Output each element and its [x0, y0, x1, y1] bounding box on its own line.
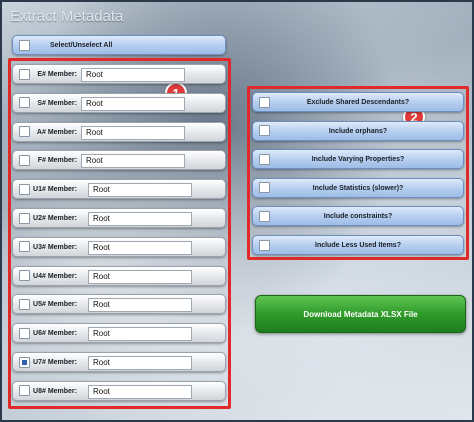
member-row: U4# Member: Root: [12, 265, 226, 286]
member-checkbox[interactable]: [19, 154, 30, 166]
option-checkbox[interactable]: [259, 182, 270, 194]
select-all-checkbox[interactable]: [19, 39, 30, 51]
option-label: Include Varying Properties?: [311, 156, 405, 164]
member-row: U8# Member: Root: [12, 380, 226, 401]
member-input[interactable]: Root: [88, 212, 192, 226]
member-row: A# Member: Root: [12, 121, 226, 142]
option-checkbox[interactable]: [259, 96, 270, 108]
member-checkbox[interactable]: [19, 97, 30, 109]
member-row: S# Member: Root: [12, 92, 226, 113]
member-label: U4# Member:: [33, 272, 77, 280]
member-label: A# Member:: [36, 128, 77, 136]
member-checkbox[interactable]: [19, 356, 30, 368]
option-button[interactable]: Include Statistics (slower)?: [252, 177, 464, 198]
option-button[interactable]: Exclude Shared Descendants?: [252, 92, 464, 112]
option-checkbox[interactable]: [259, 125, 270, 137]
member-input[interactable]: Root: [88, 183, 192, 198]
select-all-button[interactable]: Select/Unselect All: [12, 35, 226, 55]
option-label: Include Less Used Items?: [315, 242, 401, 249]
member-input[interactable]: Root: [81, 154, 185, 169]
option-label: Include orphans?: [328, 127, 388, 135]
member-input[interactable]: Root: [81, 125, 185, 140]
option-label: Exclude Shared Descendants?: [306, 99, 410, 106]
member-label: S# Member:: [37, 99, 77, 107]
member-row: U5# Member: Root: [12, 294, 226, 315]
member-label: U6# Member:: [33, 330, 77, 338]
member-row: U3# Member: Root: [12, 236, 226, 257]
member-row: U7# Member: Root: [12, 352, 226, 372]
extract-metadata-window: Extract Metadata Select/Unselect All 1 E…: [0, 0, 474, 422]
member-row: E# Member: Root: [12, 64, 226, 84]
member-input[interactable]: Root: [88, 240, 192, 255]
option-button[interactable]: Include Less Used Items?: [252, 235, 464, 255]
option-label: Include constraints?: [323, 213, 393, 221]
member-checkbox[interactable]: [19, 126, 30, 138]
member-input[interactable]: Root: [88, 269, 192, 284]
member-label: E# Member:: [37, 71, 77, 78]
option-checkbox[interactable]: [259, 153, 270, 165]
member-input[interactable]: Root: [88, 298, 192, 313]
download-button-label: Download Metadata XLSX File: [303, 309, 418, 319]
member-checkbox[interactable]: [19, 270, 30, 282]
option-button[interactable]: Include orphans?: [252, 120, 464, 141]
window-title: Extract Metadata: [10, 8, 124, 25]
member-label: U5# Member:: [33, 301, 77, 309]
member-label: F# Member:: [37, 157, 77, 165]
select-all-label: Select/Unselect All: [50, 41, 113, 49]
download-metadata-button[interactable]: Download Metadata XLSX File: [255, 295, 466, 333]
member-row: U1# Member: Root: [12, 179, 226, 200]
member-checkbox[interactable]: [19, 68, 30, 80]
member-checkbox[interactable]: [19, 327, 30, 339]
member-checkbox[interactable]: [19, 212, 30, 224]
member-input[interactable]: Root: [88, 384, 192, 399]
member-checkbox[interactable]: [19, 385, 30, 397]
option-button[interactable]: Include constraints?: [252, 206, 464, 227]
member-label: U8# Member:: [33, 387, 77, 395]
member-label: U3# Member:: [33, 243, 77, 251]
member-input[interactable]: Root: [88, 327, 192, 342]
member-input[interactable]: Root: [88, 356, 192, 370]
member-label: U1# Member:: [33, 186, 77, 194]
member-input[interactable]: Root: [81, 68, 185, 82]
member-input[interactable]: Root: [81, 96, 185, 111]
member-checkbox[interactable]: [19, 241, 30, 253]
option-checkbox[interactable]: [259, 210, 270, 222]
member-label: U2# Member:: [33, 215, 77, 222]
member-checkbox[interactable]: [19, 298, 30, 310]
member-row: F# Member: Root: [12, 150, 226, 171]
option-button[interactable]: Include Varying Properties?: [252, 149, 464, 170]
option-label: Include Statistics (slower)?: [312, 184, 404, 192]
member-row: U6# Member: Root: [12, 323, 226, 344]
highlight-frame-options: [247, 86, 469, 260]
member-row: U2# Member: Root: [12, 208, 226, 228]
member-checkbox[interactable]: [19, 183, 30, 195]
member-label: U7# Member:: [33, 359, 77, 366]
option-checkbox[interactable]: [259, 239, 270, 251]
